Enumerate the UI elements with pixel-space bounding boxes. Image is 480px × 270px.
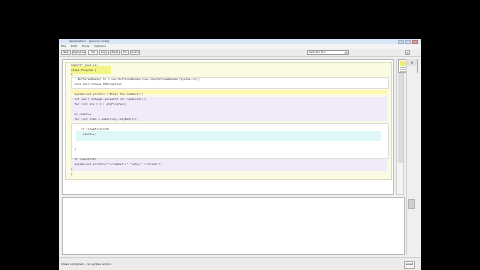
code-line: } — [71, 147, 77, 151]
code-line: } — [71, 172, 73, 176]
code-editor[interactable]: import* java.io; class Program { { Buffe… — [62, 59, 394, 195]
copy-button[interactable]: Copy — [99, 50, 109, 55]
status-bar: Class compiled - no syntax errors saved — [59, 257, 421, 270]
code-line: class Program { — [71, 68, 97, 72]
code-line: for (int sty = 1 ; styFirefoxi) — [71, 102, 127, 106]
ide-window: Application - [source code] File Edit To… — [59, 39, 421, 270]
output-pane[interactable] — [62, 197, 405, 255]
chevron-down-icon: ▾ — [344, 51, 348, 55]
status-message: Class compiled - no syntax errors — [61, 262, 112, 266]
code-block-cyan — [76, 131, 381, 141]
code-block-inner — [71, 123, 389, 159]
toolbar: New Open/Load Cut Copy Paste Fix Unind S… — [59, 49, 421, 57]
new-button[interactable]: New — [61, 50, 71, 55]
scroll-thumb[interactable] — [408, 199, 415, 209]
editor-region: import* java.io; class Program { { Buffe… — [65, 62, 392, 180]
status-saved-indicator: saved — [404, 261, 415, 269]
code-line: for (int item = substring (styNum*1)); — [71, 117, 139, 121]
tool-select-value: Selected Tool — [309, 51, 326, 54]
close-button[interactable] — [412, 39, 418, 44]
scroll-up-icon[interactable]: ▲ — [407, 59, 417, 66]
minimize-button[interactable] — [398, 39, 404, 44]
paste-button[interactable]: Paste — [110, 50, 120, 55]
preview-scrollbar[interactable] — [396, 59, 404, 195]
code-line: count++; — [71, 132, 97, 136]
tool-select[interactable]: Selected Tool ▾ — [307, 50, 349, 55]
fix-button[interactable]: Fix — [121, 50, 129, 55]
vertical-scrollbar[interactable]: ▲ — [406, 59, 417, 255]
code-line: System.out.println(""+"number"+" "+sty+"… — [71, 162, 162, 166]
cut-button[interactable]: Cut — [88, 50, 98, 55]
code-line: void main throws IOException — [71, 82, 122, 86]
open-button[interactable]: Open/Load — [72, 50, 86, 55]
maximize-button[interactable] — [405, 39, 411, 44]
settings-icon[interactable]: ⚙ — [405, 50, 410, 55]
unindent-button[interactable]: Unind — [130, 50, 140, 55]
